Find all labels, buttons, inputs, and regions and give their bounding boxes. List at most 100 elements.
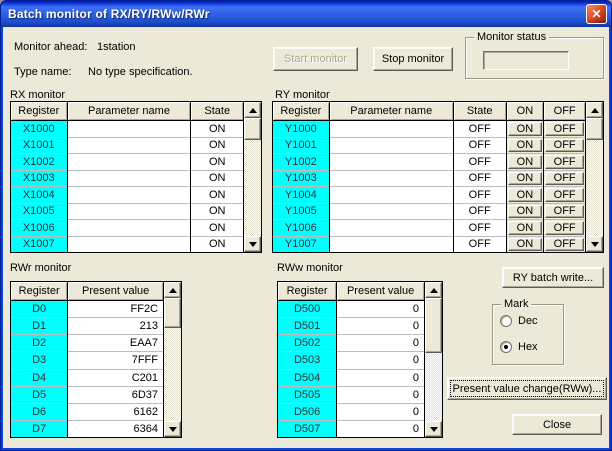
register-cell: Y1007 (273, 237, 329, 253)
register-cell: Y1000 (273, 121, 329, 138)
ry-batch-write-button[interactable]: RY batch write... (502, 267, 604, 288)
vertical-scrollbar[interactable] (425, 282, 442, 437)
scroll-up-button[interactable] (164, 282, 181, 298)
radio-dec-label: Dec (518, 315, 538, 327)
scrollbar-track[interactable] (586, 118, 603, 236)
off-cell: OFF (544, 204, 585, 221)
state-cell: OFF (454, 237, 506, 253)
value-cell: 0 (337, 421, 424, 437)
on-toggle-button[interactable]: ON (508, 205, 543, 219)
dialog-client-area: Monitor ahead:1station Type name:No type… (3, 27, 609, 448)
register-cell: D505 (278, 387, 336, 404)
off-toggle-button[interactable]: OFF (545, 205, 584, 219)
on-toggle-button[interactable]: ON (508, 139, 543, 153)
param-cell (330, 237, 453, 253)
vertical-scrollbar[interactable] (164, 282, 181, 437)
scroll-up-button[interactable] (425, 282, 442, 298)
off-cell: OFF (544, 237, 585, 253)
column-header-register: Register (11, 102, 67, 121)
register-cell: D507 (278, 421, 336, 437)
register-cell: D2 (11, 335, 67, 352)
scrollbar-track[interactable] (425, 298, 442, 421)
register-cell: X1007 (11, 237, 67, 253)
column-header-on: ON (507, 102, 544, 121)
down-arrow-icon (249, 242, 257, 247)
scrollbar-thumb[interactable] (164, 298, 181, 328)
value-cell: 0 (337, 318, 424, 335)
scroll-down-button[interactable] (586, 236, 603, 252)
state-cell: OFF (454, 220, 506, 237)
scrollbar-thumb[interactable] (244, 118, 261, 140)
off-toggle-button[interactable]: OFF (545, 155, 584, 169)
close-window-button[interactable]: ✕ (586, 4, 607, 24)
register-cell: X1001 (11, 138, 67, 155)
monitor-status-group: Monitor status (465, 37, 604, 79)
off-toggle-button[interactable]: OFF (545, 122, 584, 136)
register-cell: D5 (11, 387, 67, 404)
column-header-state: State (191, 102, 243, 121)
value-cell: 0 (337, 335, 424, 352)
off-toggle-button[interactable]: OFF (545, 139, 584, 153)
off-toggle-button[interactable]: OFF (545, 172, 584, 186)
value-cell: FF2C (68, 301, 163, 318)
param-cell (330, 171, 453, 188)
vertical-scrollbar[interactable] (586, 102, 603, 252)
monitor-status-label: Monitor status (474, 31, 549, 43)
scrollbar-thumb[interactable] (586, 118, 603, 140)
column-off: OFFOFFOFFOFFOFFOFFOFFOFFOFF (544, 102, 586, 252)
value-cell: 7FFF (68, 352, 163, 369)
value-cell: 6D37 (68, 387, 163, 404)
scroll-down-button[interactable] (164, 421, 181, 437)
state-cell: ON (191, 121, 243, 138)
scroll-down-button[interactable] (244, 236, 261, 252)
on-toggle-button[interactable]: ON (508, 221, 543, 235)
rwr-monitor-label: RWr monitor (10, 262, 71, 274)
scrollbar-track[interactable] (244, 118, 261, 236)
present-value-change-button[interactable]: Present value change(RWw)... (447, 377, 607, 400)
value-cell: C201 (68, 370, 163, 387)
param-cell (68, 121, 191, 138)
off-toggle-button[interactable]: OFF (545, 188, 584, 202)
radio-option-dec[interactable]: Dec (500, 314, 563, 328)
column-value: Present valueFF2C213EAA77FFFC2016D376162… (68, 282, 164, 437)
on-toggle-button[interactable]: ON (508, 122, 543, 136)
scroll-up-button[interactable] (244, 102, 261, 118)
register-cell: X1006 (11, 220, 67, 237)
value-cell: 0 (337, 404, 424, 421)
close-button[interactable]: Close (512, 414, 602, 435)
on-toggle-button[interactable]: ON (508, 188, 543, 202)
vertical-scrollbar[interactable] (244, 102, 261, 252)
radio-dec-icon[interactable] (500, 315, 512, 327)
off-cell: OFF (544, 138, 585, 155)
register-cell: D506 (278, 404, 336, 421)
title-bar[interactable]: Batch monitor of RX/RY/RWw/RWr ✕ (1, 1, 611, 27)
stop-monitor-button[interactable]: Stop monitor (373, 47, 453, 71)
off-toggle-button[interactable]: OFF (545, 238, 584, 252)
state-cell: ON (191, 237, 243, 253)
register-cell: X1000 (11, 121, 67, 138)
radio-hex-icon[interactable] (500, 341, 512, 353)
ry-monitor-label: RY monitor (275, 89, 330, 101)
radio-option-hex[interactable]: Hex (500, 340, 563, 354)
off-cell: OFF (544, 187, 585, 204)
scroll-up-button[interactable] (586, 102, 603, 118)
on-toggle-button[interactable]: ON (508, 155, 543, 169)
param-cell (68, 204, 191, 221)
close-icon: ✕ (591, 7, 601, 21)
scrollbar-thumb[interactable] (425, 298, 442, 353)
column-header-param: Parameter name (68, 102, 191, 121)
param-cell (330, 220, 453, 237)
column-header-register: Register (278, 282, 336, 301)
scrollbar-track[interactable] (164, 298, 181, 421)
on-toggle-button[interactable]: ON (508, 172, 543, 186)
scroll-down-button[interactable] (425, 421, 442, 437)
value-cell: 6364 (68, 421, 163, 437)
rww-monitor-label: RWw monitor (277, 262, 343, 274)
start-monitor-button: Start monitor (273, 47, 358, 71)
on-cell: ON (507, 138, 544, 155)
down-arrow-icon (430, 427, 438, 432)
off-toggle-button[interactable]: OFF (545, 221, 584, 235)
on-cell: ON (507, 154, 544, 171)
up-arrow-icon (169, 288, 177, 293)
on-toggle-button[interactable]: ON (508, 238, 543, 252)
